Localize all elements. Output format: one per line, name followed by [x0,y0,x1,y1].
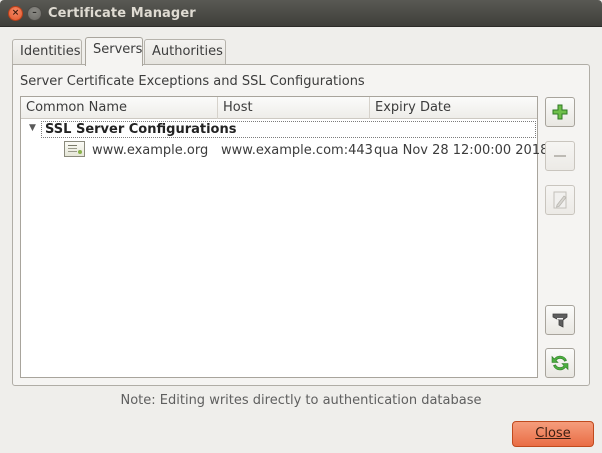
expand-arrow-icon[interactable]: ▼ [29,123,36,133]
filter-icon [552,313,568,328]
refresh-button[interactable] [545,348,575,378]
server-tree-view[interactable]: Common Name Host Expiry Date ▼ SSL Serve… [20,96,548,378]
tab-servers[interactable]: Servers [85,37,143,66]
window-minimize-button[interactable]: – [27,6,42,21]
tree-group-row[interactable]: ▼ SSL Server Configurations [21,120,537,139]
add-button[interactable] [545,97,575,127]
group-label[interactable]: SSL Server Configurations [41,121,536,138]
filter-button[interactable] [545,305,575,335]
remove-icon [554,155,566,157]
info-note: Note: Editing writes directly to authent… [120,393,482,408]
close-icon: × [11,8,20,18]
close-button-label: Close [535,426,571,441]
close-button[interactable]: Close [512,421,594,447]
edit-icon [553,191,567,209]
table-row[interactable]: www.example.org www.example.com:443 qua … [21,139,548,161]
column-header-expiry-date[interactable]: Expiry Date [370,97,537,119]
window-title: Certificate Manager [48,6,196,21]
add-icon [552,104,568,120]
tab-identities[interactable]: Identities [12,39,82,64]
column-header-host[interactable]: Host [218,97,370,119]
column-header-common-name[interactable]: Common Name [21,97,218,119]
cell-host: www.example.com:443 [221,143,373,158]
edit-button[interactable] [545,185,575,215]
tree-header: Common Name Host Expiry Date [21,97,537,119]
tab-authorities[interactable]: Authorities [144,39,226,64]
remove-button[interactable] [545,141,575,171]
certificate-icon [64,141,85,157]
minimize-icon: – [32,8,37,18]
panel-caption: Server Certificate Exceptions and SSL Co… [20,74,365,89]
cell-common-name: www.example.org [92,143,209,158]
window-close-button[interactable]: × [8,6,23,21]
title-bar[interactable]: × – Certificate Manager [0,0,602,27]
cell-expiry-date: qua Nov 28 12:00:00 2018 [374,143,549,158]
refresh-icon [551,355,569,371]
